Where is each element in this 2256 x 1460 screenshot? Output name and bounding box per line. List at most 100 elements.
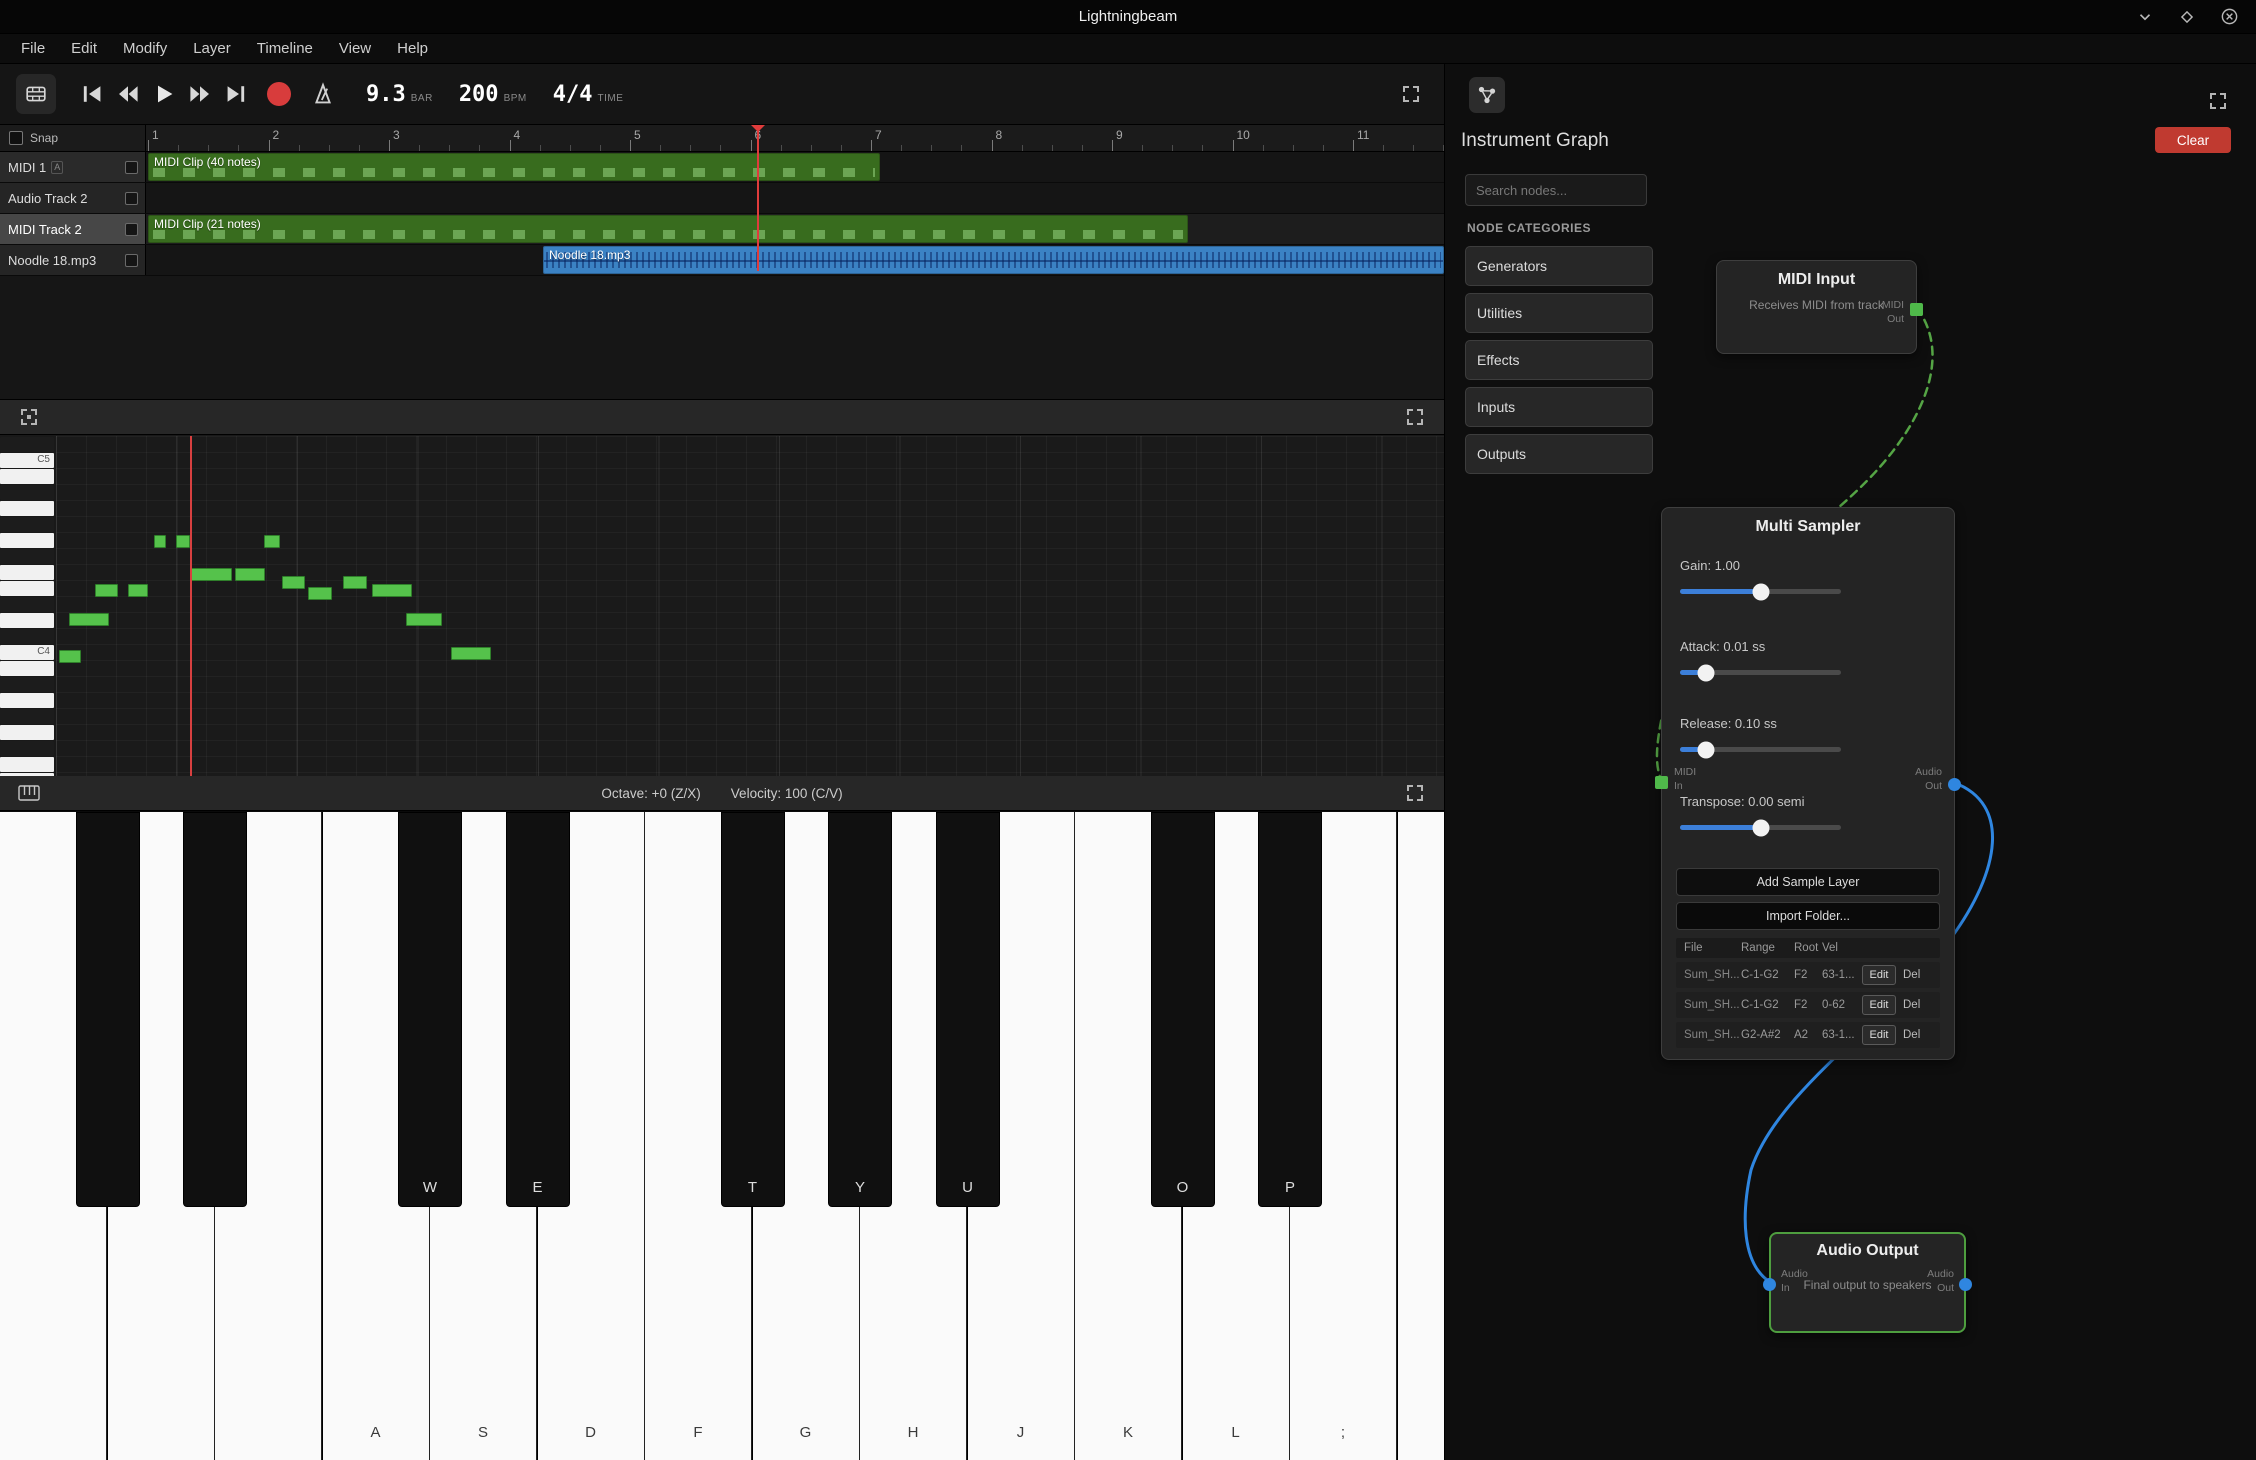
- menu-view[interactable]: View: [326, 36, 384, 61]
- delete-button[interactable]: Del: [1903, 999, 1920, 1011]
- slider-knob[interactable]: [1752, 583, 1769, 600]
- track-header[interactable]: MIDI Track 2: [0, 214, 146, 244]
- piano-roll-key[interactable]: [0, 597, 54, 612]
- category-outputs[interactable]: Outputs: [1465, 434, 1653, 474]
- track-header[interactable]: Audio Track 2: [0, 183, 146, 213]
- piano-roll-key[interactable]: [0, 469, 54, 484]
- track-checkbox[interactable]: [125, 223, 138, 236]
- black-key[interactable]: W: [398, 812, 462, 1207]
- midi-input-node[interactable]: MIDI Input Receives MIDI from track MIDI…: [1716, 260, 1917, 354]
- piano-roll-key[interactable]: [0, 517, 54, 532]
- midi-note[interactable]: [95, 584, 118, 597]
- metronome-button[interactable]: [304, 75, 342, 113]
- fast-forward-button[interactable]: [182, 77, 218, 111]
- slider-track[interactable]: [1680, 670, 1841, 675]
- timeline-playhead[interactable]: [757, 125, 759, 271]
- midi-note[interactable]: [264, 535, 280, 548]
- clip[interactable]: MIDI Clip (21 notes): [148, 215, 1188, 243]
- piano-roll-key[interactable]: [0, 581, 54, 596]
- piano-roll-key[interactable]: [0, 709, 54, 724]
- midi-note[interactable]: [343, 576, 367, 589]
- piano-roll-key[interactable]: [0, 677, 54, 692]
- category-effects[interactable]: Effects: [1465, 340, 1653, 380]
- black-key[interactable]: T: [721, 812, 785, 1207]
- track-checkbox[interactable]: [125, 192, 138, 205]
- menu-file[interactable]: File: [8, 36, 58, 61]
- clip[interactable]: Noodle 18.mp3: [543, 246, 1444, 274]
- piano-roll-key[interactable]: C4: [0, 645, 54, 660]
- piano-roll-key[interactable]: [0, 757, 54, 772]
- piano-roll-key[interactable]: C5: [0, 453, 54, 468]
- midi-note[interactable]: [190, 568, 232, 581]
- piano-roll-key[interactable]: [0, 533, 54, 548]
- black-key[interactable]: P: [1258, 812, 1322, 1207]
- piano-roll-key[interactable]: [0, 661, 54, 676]
- midi-note[interactable]: [128, 584, 148, 597]
- diamond-icon[interactable]: [2176, 6, 2198, 28]
- edit-button[interactable]: Edit: [1862, 965, 1896, 985]
- audio-out-port[interactable]: [1948, 778, 1961, 791]
- midi-note[interactable]: [235, 568, 265, 581]
- piano-roll-key[interactable]: [0, 549, 54, 564]
- piano-roll-key[interactable]: [0, 613, 54, 628]
- timeline-fullscreen-button[interactable]: [1394, 77, 1428, 111]
- midi-note[interactable]: [372, 584, 412, 597]
- category-generators[interactable]: Generators: [1465, 246, 1653, 286]
- black-key[interactable]: U: [936, 812, 1000, 1207]
- add-sample-layer-button[interactable]: Add Sample Layer: [1676, 868, 1940, 896]
- edit-button[interactable]: Edit: [1862, 995, 1896, 1015]
- import-folder-button[interactable]: Import Folder...: [1676, 902, 1940, 930]
- film-strip-button[interactable]: [16, 74, 56, 114]
- audio-in-port[interactable]: [1763, 1278, 1776, 1291]
- menu-layer[interactable]: Layer: [180, 36, 244, 61]
- piano-roll-key[interactable]: [0, 725, 54, 740]
- multi-sampler-node[interactable]: Multi Sampler Gain: 1.00Attack: 0.01 ssR…: [1661, 507, 1955, 1060]
- piano-roll-key[interactable]: [0, 437, 54, 452]
- category-inputs[interactable]: Inputs: [1465, 387, 1653, 427]
- play-button[interactable]: [146, 77, 182, 111]
- chevron-down-icon[interactable]: [2134, 6, 2156, 28]
- audio-out-port[interactable]: [1959, 1278, 1972, 1291]
- midi-out-port[interactable]: [1910, 303, 1923, 316]
- edit-button[interactable]: Edit: [1862, 1025, 1896, 1045]
- piano-roll-key[interactable]: [0, 629, 54, 644]
- piano-roll-key[interactable]: [0, 485, 54, 500]
- close-circle-icon[interactable]: [2218, 6, 2240, 28]
- black-key[interactable]: E: [506, 812, 570, 1207]
- slider-knob[interactable]: [1752, 819, 1769, 836]
- menu-modify[interactable]: Modify: [110, 36, 180, 61]
- graph-view-button[interactable]: [1469, 77, 1505, 113]
- piano-roll-key[interactable]: [0, 741, 54, 756]
- menu-timeline[interactable]: Timeline: [244, 36, 326, 61]
- rewind-button[interactable]: [110, 77, 146, 111]
- black-key[interactable]: [76, 812, 140, 1207]
- piano-roll-key[interactable]: [0, 565, 54, 580]
- track-header[interactable]: MIDI 1A: [0, 152, 146, 182]
- track-checkbox[interactable]: [125, 161, 138, 174]
- snap-checkbox[interactable]: [9, 131, 23, 145]
- record-button[interactable]: [260, 75, 298, 113]
- white-key[interactable]: [1398, 812, 1445, 1460]
- keyboard-panel-button[interactable]: [12, 776, 46, 810]
- midi-note[interactable]: [176, 535, 190, 548]
- time-signature-display[interactable]: 4/4 TIME: [553, 82, 624, 107]
- track-checkbox[interactable]: [125, 254, 138, 267]
- black-key[interactable]: O: [1151, 812, 1215, 1207]
- delete-button[interactable]: Del: [1903, 969, 1920, 981]
- slider-knob[interactable]: [1697, 741, 1714, 758]
- piano-roll-grid[interactable]: [56, 436, 1444, 776]
- clear-button[interactable]: Clear: [2155, 127, 2231, 153]
- midi-note[interactable]: [308, 587, 332, 600]
- track-header[interactable]: Noodle 18.mp3: [0, 245, 146, 275]
- category-utilities[interactable]: Utilities: [1465, 293, 1653, 333]
- midi-note[interactable]: [154, 535, 166, 548]
- bpm-display[interactable]: 200 BPM: [459, 82, 527, 107]
- delete-button[interactable]: Del: [1903, 1029, 1920, 1041]
- piano-roll-popout-button[interactable]: [12, 400, 46, 434]
- piano-roll-playhead[interactable]: [190, 436, 192, 776]
- midi-note[interactable]: [59, 650, 81, 663]
- black-key[interactable]: [183, 812, 247, 1207]
- piano-roll-key[interactable]: [0, 501, 54, 516]
- piano-roll-key[interactable]: [0, 693, 54, 708]
- menu-edit[interactable]: Edit: [58, 36, 110, 61]
